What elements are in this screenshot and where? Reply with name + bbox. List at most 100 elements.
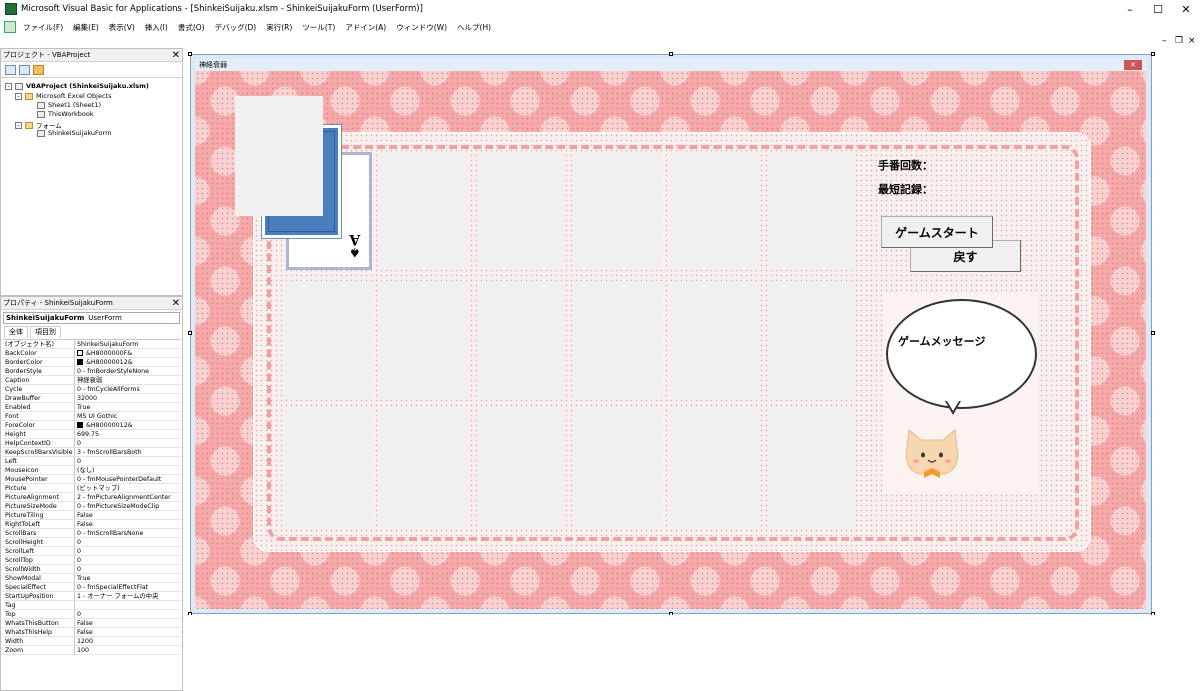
property-value[interactable]: 0 - fmSpecialEffectFlat: [75, 583, 148, 591]
menu-view[interactable]: 表示(V): [104, 22, 140, 33]
project-panel-close-button[interactable]: ✕: [172, 50, 180, 61]
property-row[interactable]: HelpContextID 0: [3, 439, 181, 448]
property-value[interactable]: 32000: [75, 394, 97, 402]
property-row[interactable]: ScrollLeft 0: [3, 547, 181, 556]
properties-panel-close-button[interactable]: ✕: [172, 298, 180, 309]
property-value[interactable]: 0: [75, 565, 81, 573]
close-button[interactable]: ✕: [1172, 0, 1200, 18]
property-value[interactable]: 2 - fmPictureAlignmentCenter: [75, 493, 171, 501]
property-row[interactable]: Enabled True: [3, 403, 181, 412]
card-slot[interactable]: [380, 409, 468, 527]
menu-tools[interactable]: ツール(T): [297, 22, 340, 33]
mdi-minimize-button[interactable]: –: [1162, 36, 1167, 46]
tab-alphabetic[interactable]: 全体: [4, 326, 28, 338]
blank-image-control[interactable]: [235, 96, 323, 216]
mdi-close-button[interactable]: ×: [1188, 36, 1196, 46]
property-value[interactable]: 1200: [75, 637, 93, 645]
property-value[interactable]: 0: [75, 610, 81, 618]
property-row[interactable]: (オブジェクト名) ShinkeiSuijakuForm: [3, 340, 181, 349]
property-row[interactable]: Height 699.75: [3, 430, 181, 439]
property-row[interactable]: StartUpPosition 1 - オーナー フォームの中央: [3, 592, 181, 601]
property-value[interactable]: ShinkeiSuijakuForm: [75, 340, 138, 348]
property-row[interactable]: ScrollHeight 0: [3, 538, 181, 547]
tab-categorized[interactable]: 項目別: [30, 326, 61, 338]
menu-format[interactable]: 書式(O): [173, 22, 210, 33]
property-value[interactable]: [75, 601, 77, 609]
card-slot[interactable]: [671, 152, 759, 270]
property-value[interactable]: (ビットマップ): [75, 484, 120, 492]
menu-window[interactable]: ウィンドウ(W): [391, 22, 452, 33]
menu-edit[interactable]: 編集(E): [68, 22, 104, 33]
resize-handle[interactable]: [669, 52, 673, 56]
view-excel-icon[interactable]: [4, 21, 16, 33]
property-value[interactable]: False: [75, 511, 93, 519]
property-row[interactable]: Tag: [3, 601, 181, 610]
property-value[interactable]: 0: [75, 457, 81, 465]
property-row[interactable]: Left 0: [3, 457, 181, 466]
property-row[interactable]: Zoom 100: [3, 646, 181, 655]
view-object-icon[interactable]: [19, 64, 30, 75]
view-code-icon[interactable]: [5, 64, 16, 75]
maximize-button[interactable]: ☐: [1144, 0, 1172, 18]
card-slot[interactable]: [286, 281, 374, 399]
property-row[interactable]: BackColor &H8000000F&: [3, 349, 181, 358]
toggle-folders-icon[interactable]: [33, 64, 44, 75]
property-row[interactable]: Picture (ビットマップ): [3, 484, 181, 493]
menu-insert[interactable]: 挿入(I): [140, 22, 173, 33]
userform-canvas[interactable]: ♠ A 手番回数： 最短記録： 戻す ゲームスタート ゲームメッセージ: [195, 71, 1146, 609]
property-row[interactable]: BorderColor &H80000012&: [3, 358, 181, 367]
property-value[interactable]: (なし): [75, 466, 95, 474]
card-slot[interactable]: [477, 152, 565, 270]
card-slot[interactable]: [286, 409, 374, 527]
property-row[interactable]: PictureSizeMode 0 - fmPictureSizeModeClip: [3, 502, 181, 511]
property-value[interactable]: 0: [75, 547, 81, 555]
property-value[interactable]: 0: [75, 556, 81, 564]
property-value[interactable]: 1 - オーナー フォームの中央: [75, 592, 158, 600]
property-value[interactable]: 0 - fmBorderStyleNone: [75, 367, 149, 375]
property-value[interactable]: 0: [75, 538, 81, 546]
property-value[interactable]: 3 - fmScrollBarsBoth: [75, 448, 142, 456]
property-value[interactable]: False: [75, 520, 93, 528]
card-slot[interactable]: [574, 281, 662, 399]
minimize-button[interactable]: –: [1116, 0, 1144, 18]
menu-help[interactable]: ヘルプ(H): [452, 22, 496, 33]
property-value[interactable]: 0: [75, 439, 81, 447]
property-value[interactable]: &H80000012&: [75, 358, 133, 366]
card-slot[interactable]: [768, 281, 856, 399]
property-value[interactable]: 699.75: [75, 430, 99, 438]
property-row[interactable]: ShowModal True: [3, 574, 181, 583]
property-row[interactable]: SpecialEffect 0 - fmSpecialEffectFlat: [3, 583, 181, 592]
property-row[interactable]: Width 1200: [3, 637, 181, 646]
property-row[interactable]: ScrollWidth 0: [3, 565, 181, 574]
property-value[interactable]: 100: [75, 646, 89, 654]
property-row[interactable]: Cycle 0 - fmCycleAllForms: [3, 385, 181, 394]
property-row[interactable]: KeepScrollBarsVisible 3 - fmScrollBarsBot…: [3, 448, 181, 457]
property-row[interactable]: ScrollTop 0: [3, 556, 181, 565]
property-row[interactable]: PictureTiling False: [3, 511, 181, 520]
card-slot[interactable]: [671, 281, 759, 399]
tree-item-thisworkbook[interactable]: ThisWorkbook: [37, 110, 94, 118]
property-row[interactable]: WhatsThisButton False: [3, 619, 181, 628]
resize-handle[interactable]: [188, 52, 192, 56]
property-row[interactable]: Top 0: [3, 610, 181, 619]
property-value[interactable]: True: [75, 574, 90, 582]
property-value[interactable]: True: [75, 403, 90, 411]
resize-handle[interactable]: [1151, 331, 1155, 335]
mdi-restore-button[interactable]: ❐: [1175, 36, 1183, 46]
menu-addins[interactable]: アドイン(A): [340, 22, 391, 33]
property-row[interactable]: ForeColor &H80000012&: [3, 421, 181, 430]
game-start-button[interactable]: ゲームスタート: [881, 216, 993, 248]
tree-item-shinkeisuijakuform[interactable]: ShinkeiSuijakuForm: [37, 129, 111, 137]
card-slot[interactable]: [574, 409, 662, 527]
property-value[interactable]: 神経衰弱: [75, 376, 102, 384]
card-slot[interactable]: [768, 409, 856, 527]
resize-handle[interactable]: [1151, 52, 1155, 56]
property-row[interactable]: WhatsThisHelp False: [3, 628, 181, 637]
property-value[interactable]: False: [75, 628, 93, 636]
collapse-icon[interactable]: -: [15, 121, 22, 129]
tree-item-excel-objects[interactable]: - Microsoft Excel Objects: [15, 92, 112, 100]
property-value[interactable]: 0 - fmCycleAllForms: [75, 385, 140, 393]
property-row[interactable]: MouseIcon (なし): [3, 466, 181, 475]
collapse-icon[interactable]: -: [15, 92, 22, 100]
collapse-icon[interactable]: -: [5, 82, 12, 90]
